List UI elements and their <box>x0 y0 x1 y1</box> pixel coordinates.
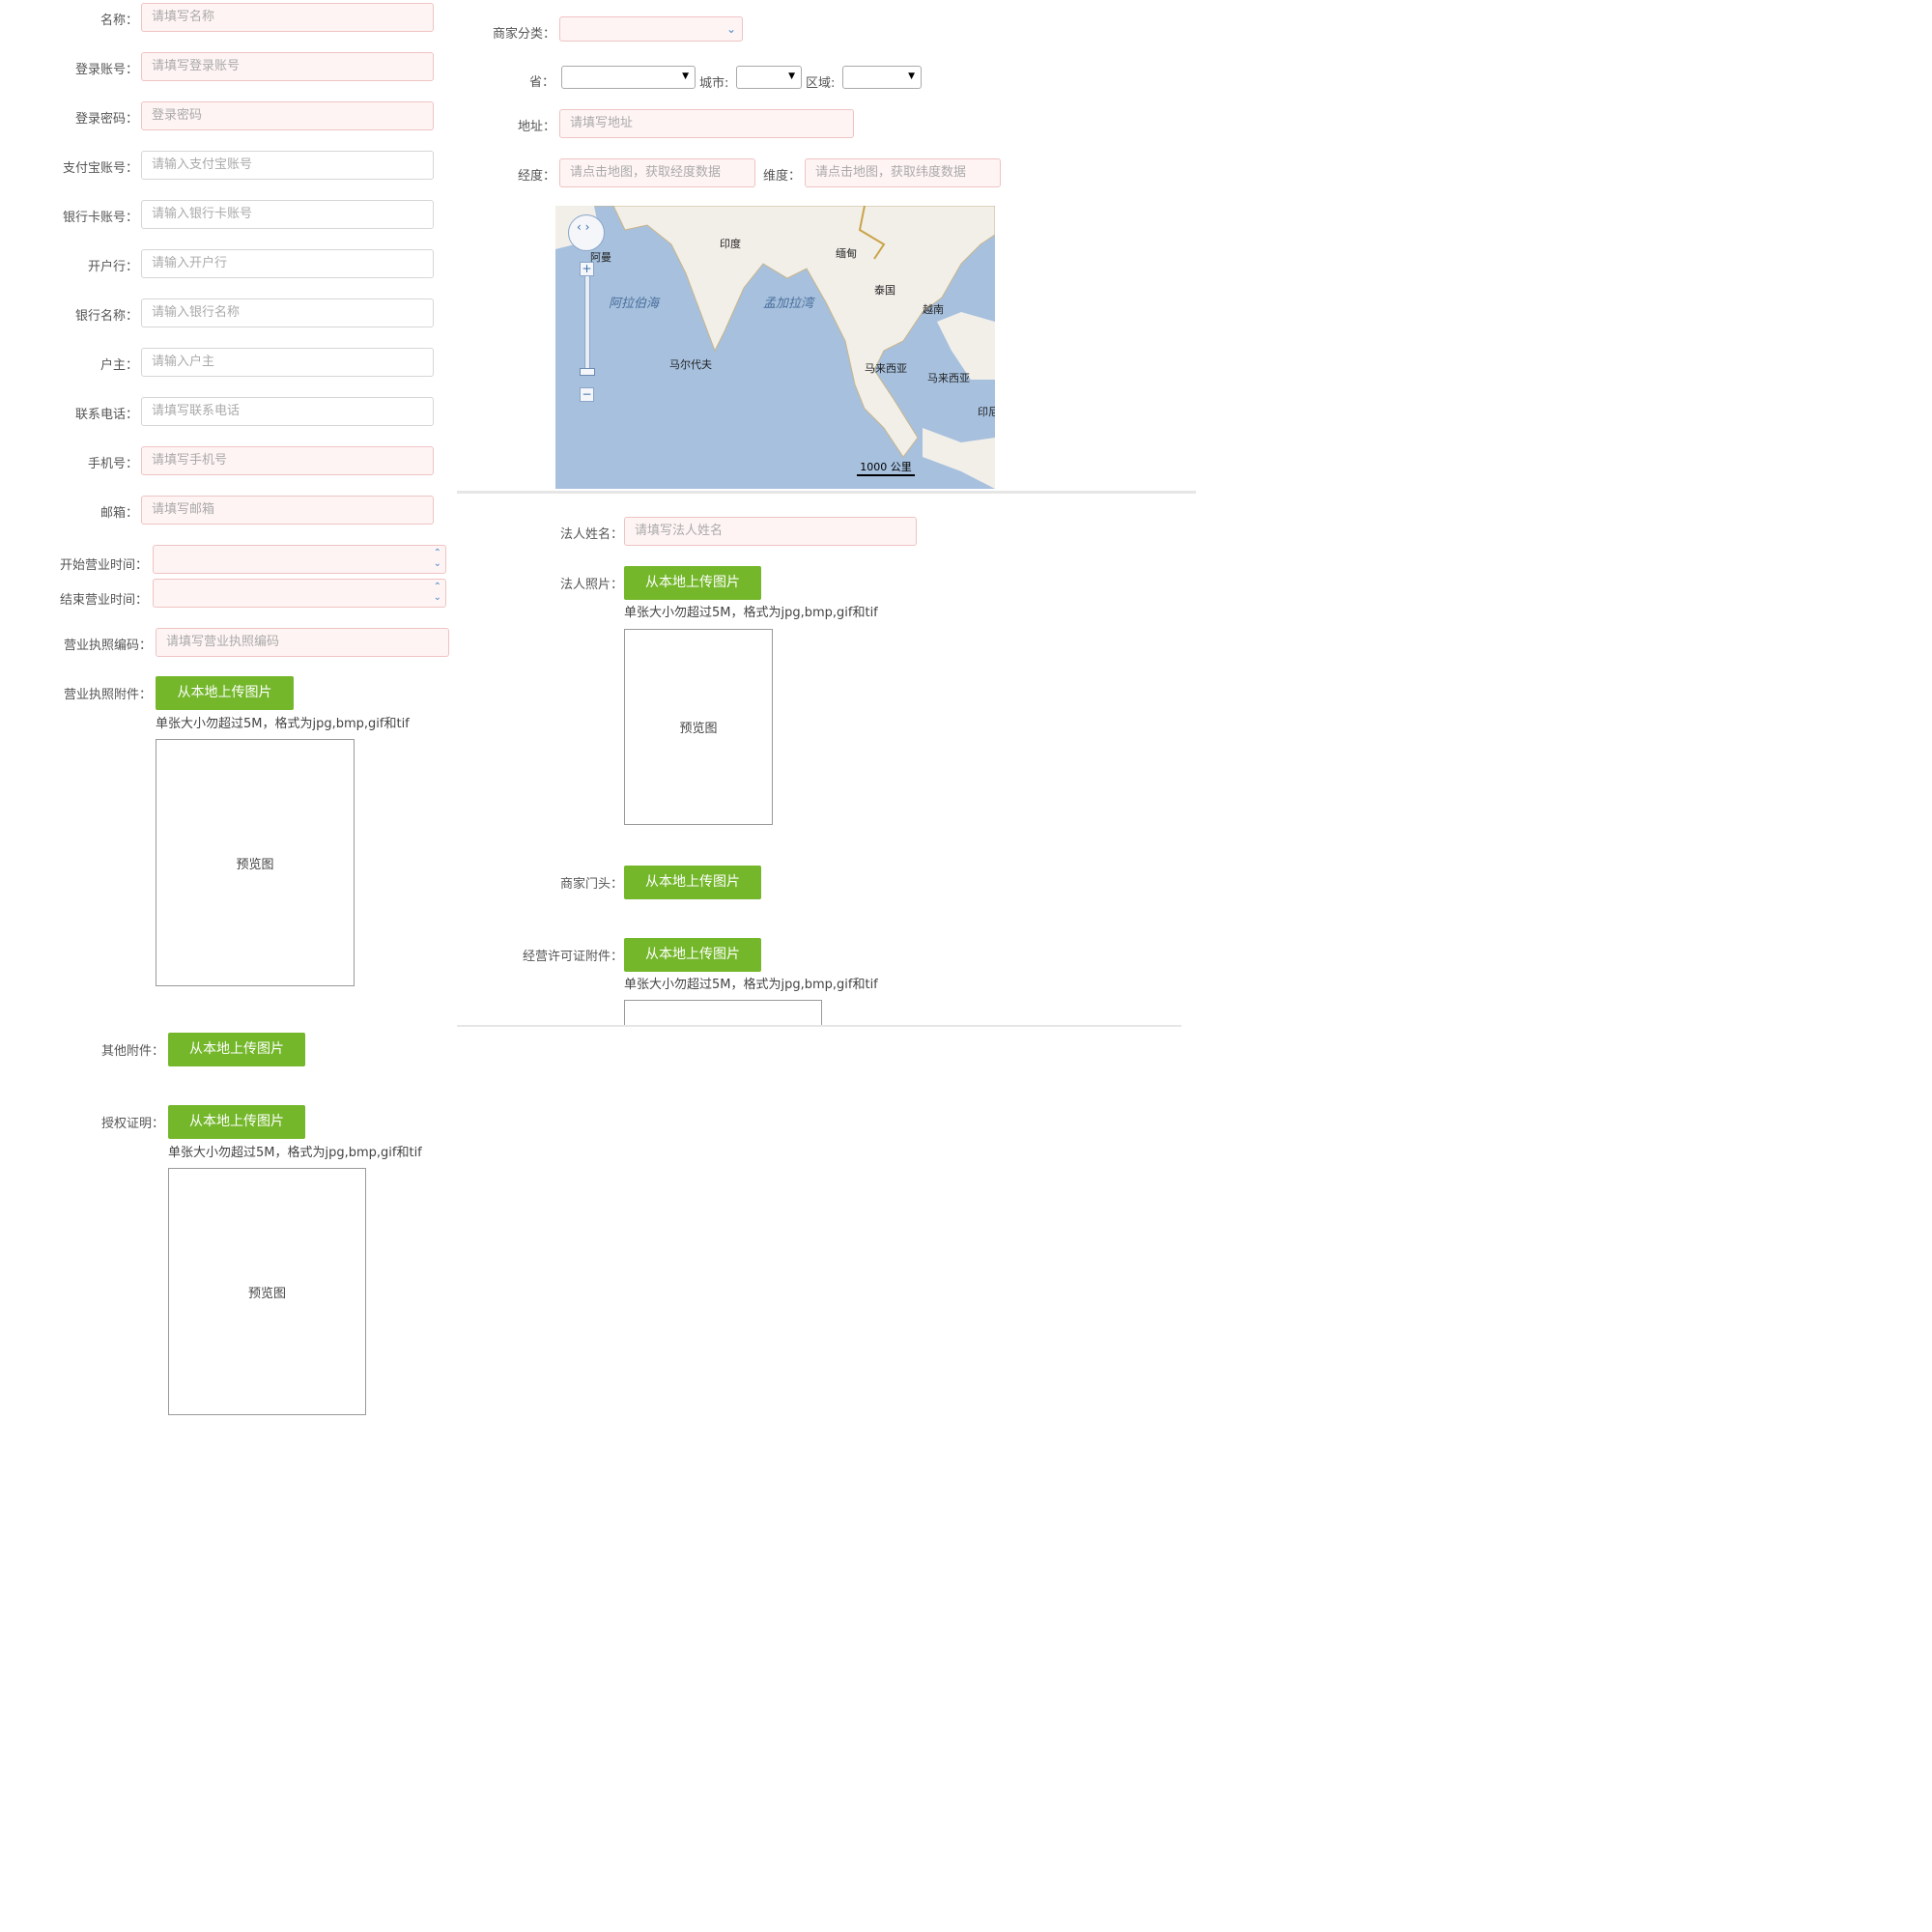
province-label: 省： <box>528 75 554 90</box>
name-label: 名称： <box>99 14 138 28</box>
legal-photo-preview: 预览图 <box>624 629 773 825</box>
address-input[interactable]: 请填写地址 <box>559 109 854 138</box>
zoom-slider-handle[interactable] <box>580 368 595 376</box>
map-land <box>555 206 995 489</box>
auth-preview: 预览图 <box>168 1168 366 1415</box>
alipay-input[interactable]: 请输入支付宝账号 <box>141 151 434 180</box>
license-attach-label: 营业执照附件： <box>63 688 152 702</box>
section-divider <box>457 491 1196 494</box>
contact-phone-label: 联系电话： <box>74 408 138 422</box>
minus-icon: − <box>582 387 592 401</box>
map-pan-control[interactable]: ‹ › <box>568 214 605 251</box>
map-scale-label: 1000 公里 <box>860 461 912 473</box>
mobile-label: 手机号： <box>87 457 138 471</box>
storefront-label: 商家门头： <box>559 877 623 892</box>
permit-attach-label: 经营许可证附件： <box>522 950 623 964</box>
email-label: 邮箱： <box>99 506 138 521</box>
login-password-input[interactable]: 登录密码 <box>141 101 434 130</box>
map-label-maldives: 马尔代夫 <box>669 358 712 371</box>
login-password-label: 登录密码： <box>74 112 138 127</box>
city-select[interactable]: ▼ <box>736 66 802 89</box>
legal-photo-upload-hint: 单张大小勿超过5M，格式为jpg,bmp,gif和tif <box>624 606 878 620</box>
license-code-input[interactable]: 请填写营业执照编码 <box>156 628 449 657</box>
map-label-myanmar: 缅甸 <box>836 247 857 260</box>
pan-arrows-icon: ‹ › <box>577 220 590 234</box>
category-label: 商家分类： <box>492 27 555 42</box>
plus-icon: + <box>582 262 592 275</box>
dropdown-arrow-icon: ▼ <box>908 71 915 81</box>
dropdown-arrow-icon: ▼ <box>788 71 795 81</box>
account-holder-label: 户主： <box>99 358 138 373</box>
storefront-upload-button[interactable]: 从本地上传图片 <box>624 866 761 899</box>
map-scale: 1000 公里 <box>857 459 915 476</box>
open-time-input[interactable]: ⌃ ⌄ <box>153 545 446 574</box>
map-label-india: 印度 <box>720 238 741 250</box>
legal-name-input[interactable]: 请填写法人姓名 <box>624 517 917 546</box>
zoom-slider[interactable] <box>584 275 590 374</box>
province-select[interactable]: ▼ <box>561 66 696 89</box>
map-label-bay-of-bengal: 孟加拉湾 <box>763 297 814 311</box>
preview-label: 预览图 <box>247 1286 286 1301</box>
other-attach-label: 其他附件： <box>100 1044 164 1059</box>
legal-name-label: 法人姓名： <box>559 527 623 542</box>
email-input[interactable]: 请填写邮箱 <box>141 496 434 525</box>
latitude-input[interactable]: 请点击地图，获取纬度数据 <box>805 158 1001 187</box>
login-account-label: 登录账号： <box>74 63 138 77</box>
bank-card-label: 银行卡账号： <box>62 211 138 225</box>
map-label-malaysia-1: 马来西亚 <box>865 362 907 375</box>
address-label: 地址： <box>517 120 555 134</box>
city-label: 城市: <box>699 76 729 91</box>
license-upload-button[interactable]: 从本地上传图片 <box>156 676 294 710</box>
close-time-input[interactable]: ⌃ ⌄ <box>153 579 446 608</box>
license-code-label: 营业执照编码： <box>63 639 152 653</box>
map-label-indonesia: 印尼 <box>978 406 995 418</box>
auth-upload-hint: 单张大小勿超过5M，格式为jpg,bmp,gif和tif <box>168 1146 422 1160</box>
other-upload-button[interactable]: 从本地上传图片 <box>168 1033 305 1066</box>
name-input[interactable]: 请填写名称 <box>141 3 434 32</box>
map-label-vietnam: 越南 <box>923 303 944 316</box>
alipay-label: 支付宝账号： <box>62 161 138 176</box>
time-spinner-icon[interactable]: ⌃ ⌄ <box>434 548 441 569</box>
chevron-down-icon: ⌄ <box>725 22 736 36</box>
map-label-thailand: 泰国 <box>874 284 895 297</box>
license-upload-hint: 单张大小勿超过5M，格式为jpg,bmp,gif和tif <box>156 717 410 731</box>
auth-upload-button[interactable]: 从本地上传图片 <box>168 1105 305 1139</box>
mobile-input[interactable]: 请填写手机号 <box>141 446 434 475</box>
category-select[interactable]: ⌄ <box>559 16 743 42</box>
zoom-out-button[interactable]: − <box>580 387 594 402</box>
latitude-label: 维度： <box>762 169 801 184</box>
district-select[interactable]: ▼ <box>842 66 922 89</box>
district-label: 区域: <box>806 76 836 91</box>
license-preview: 预览图 <box>156 739 355 986</box>
login-account-input[interactable]: 请填写登录账号 <box>141 52 434 81</box>
auth-proof-label: 授权证明： <box>100 1117 164 1131</box>
map[interactable]: 阿曼 印度 缅甸 泰国 越南 阿拉伯海 孟加拉湾 马尔代夫 马来西亚 马来西亚 … <box>555 206 995 489</box>
preview-label: 预览图 <box>679 722 718 736</box>
contact-phone-input[interactable]: 请填写联系电话 <box>141 397 434 426</box>
permit-upload-hint: 单张大小勿超过5M，格式为jpg,bmp,gif和tif <box>624 978 878 992</box>
bank-card-input[interactable]: 请输入银行卡账号 <box>141 200 434 229</box>
open-time-label: 开始营业时间： <box>59 558 148 573</box>
time-spinner-icon[interactable]: ⌃ ⌄ <box>434 582 441 603</box>
zoom-in-button[interactable]: + <box>580 262 594 276</box>
account-holder-input[interactable]: 请输入户主 <box>141 348 434 377</box>
dropdown-arrow-icon: ▼ <box>682 71 689 81</box>
legal-photo-label: 法人照片： <box>559 578 623 592</box>
open-bank-input[interactable]: 请输入开户行 <box>141 249 434 278</box>
section-divider <box>457 1025 1181 1027</box>
legal-photo-upload-button[interactable]: 从本地上传图片 <box>624 566 761 600</box>
open-bank-label: 开户行： <box>87 260 138 274</box>
bank-name-label: 银行名称： <box>74 309 138 324</box>
permit-preview <box>624 1000 822 1027</box>
permit-upload-button[interactable]: 从本地上传图片 <box>624 938 761 972</box>
bank-name-input[interactable]: 请输入银行名称 <box>141 298 434 327</box>
longitude-label: 经度： <box>517 169 555 184</box>
longitude-input[interactable]: 请点击地图，获取经度数据 <box>559 158 755 187</box>
map-label-malaysia-2: 马来西亚 <box>927 372 970 384</box>
close-time-label: 结束营业时间： <box>59 593 148 608</box>
preview-label: 预览图 <box>236 857 274 872</box>
map-label-arabian-sea: 阿拉伯海 <box>609 297 660 311</box>
